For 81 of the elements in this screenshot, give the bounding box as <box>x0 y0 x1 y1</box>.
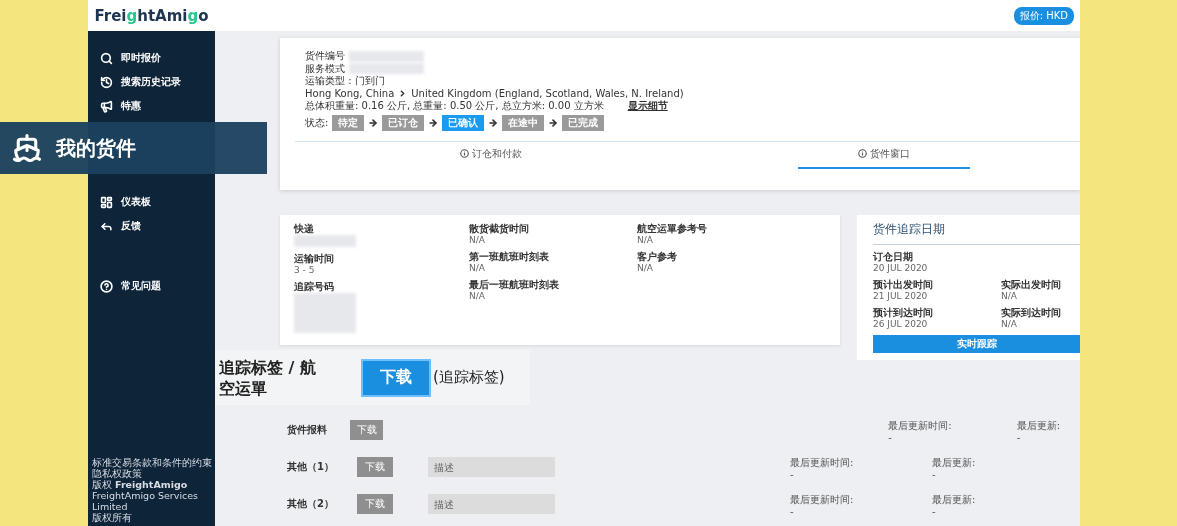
details-link[interactable]: 显示细节 <box>627 100 668 113</box>
detail-label: 追踪号码 <box>294 281 335 293</box>
nav-icon <box>100 279 113 293</box>
section-title: 追踪标签 / 航空运單 <box>219 356 317 399</box>
date-value: N/A <box>1001 291 1018 302</box>
sidebar-item[interactable]: 常见问题 <box>100 278 215 294</box>
date-label: 预计出发时间 <box>873 279 934 291</box>
card-title: 货件追踪日期 <box>873 221 1080 245</box>
footer-link[interactable]: 版权所有 <box>92 512 213 523</box>
status-step: 已订仓 <box>382 114 425 131</box>
banner-title: 我的货件 <box>56 134 136 162</box>
updated-by-value: - <box>1016 432 1022 444</box>
nav-icon <box>100 195 113 209</box>
sidebar-item[interactable]: 即时报价 <box>100 50 215 66</box>
status-step: 待定 <box>332 114 365 131</box>
nav-icon <box>100 75 113 89</box>
nav-icon <box>100 51 113 65</box>
status-step: 在途中 <box>502 114 545 131</box>
sidebar-item[interactable]: 反馈 <box>100 218 215 234</box>
updated-time-label: 最后更新时间: <box>790 494 855 506</box>
footer-link[interactable]: 标准交易条款和条件的约束 <box>92 457 213 468</box>
detail-value: N/A <box>469 235 486 246</box>
detail-label: 运输时间 <box>294 253 335 265</box>
updated-time-value: - <box>888 432 893 444</box>
detail-value: 3 - 5 <box>294 265 316 276</box>
updated-time-label: 最后更新时间: <box>888 420 953 432</box>
sidebar-item[interactable]: 搜索历史记录 <box>100 74 215 90</box>
field-label: 运输类型 : 门到门 <box>305 75 385 88</box>
note-text: (追踪标签) <box>433 368 505 387</box>
date-label: 实际到达时间 <box>1001 307 1062 319</box>
info-icon <box>460 149 470 158</box>
detail-label: 客户参考 <box>637 251 678 263</box>
route-origin: Hong Kong, China <box>305 87 395 100</box>
document-label: 其他（2） <box>287 497 335 511</box>
date-label: 实际出发时间 <box>1001 279 1062 291</box>
date-value: 21 JUL 2020 <box>873 291 929 302</box>
detail-label: 快递 <box>294 223 315 235</box>
weights-text: 总体积重量: 0.16 公斤, 总重量: 0.50 公斤, 总立方米: 0.00 立方米 <box>305 100 604 113</box>
arrow-icon <box>488 117 499 128</box>
detail-value: N/A <box>469 291 486 302</box>
document-label: 其他（1） <box>287 460 335 474</box>
updated-by-label: 最后更新: <box>932 494 977 506</box>
nav-icon <box>100 99 113 113</box>
detail-value: N/A <box>469 263 486 274</box>
status-step: 已确认 <box>442 114 485 131</box>
arrow-icon <box>548 117 559 128</box>
tab[interactable]: 订仓和付款 <box>400 141 583 169</box>
date-value: 20 JUL 2020 <box>873 263 929 274</box>
detail-value: N/A <box>637 235 654 246</box>
updated-time-label: 最后更新时间: <box>790 457 855 469</box>
tab[interactable]: 货件窗口 <box>797 141 970 169</box>
footer-link[interactable]: 版权 FreightAmigo FreightAmigo Services Limited <box>92 479 213 512</box>
date-label: 预计到达时间 <box>873 307 934 319</box>
date-value: N/A <box>1001 319 1018 330</box>
updated-time-value: - <box>790 506 795 518</box>
detail-label: 散货截货时间 <box>469 223 530 235</box>
detail-label: 最后一班航班时刻表 <box>469 279 560 291</box>
date-value: 26 JUL 2020 <box>873 319 929 330</box>
field-label: 服务模式 <box>305 62 345 75</box>
logo: FreightAmigo <box>94 6 209 25</box>
updated-by-value: - <box>932 506 937 518</box>
status-label: 状态: <box>305 115 329 130</box>
detail-value: N/A <box>637 263 654 274</box>
document-label: 货件报料 <box>287 423 328 437</box>
updated-by-value: - <box>932 469 937 481</box>
ship-icon <box>12 133 42 163</box>
status-step: 已完成 <box>562 114 605 131</box>
arrow-icon <box>368 117 379 128</box>
detail-label: 第一班航班时刻表 <box>469 251 550 263</box>
sidebar-item[interactable]: 特惠 <box>100 98 215 114</box>
arrow-icon <box>428 117 439 128</box>
updated-time-value: - <box>790 469 795 481</box>
sidebar-item[interactable]: 仪表板 <box>100 194 215 210</box>
info-icon <box>857 149 867 158</box>
footer-link[interactable]: 隐私权政策 <box>92 468 213 479</box>
updated-by-label: 最后更新: <box>932 457 977 469</box>
field-label: 货件编号 <box>305 50 345 63</box>
date-label: 订仓日期 <box>873 251 914 263</box>
detail-label: 航空运單参考号 <box>637 223 708 235</box>
route-destination: United Kingdom (England, Scotland, Wales, N. Ireland) <box>411 87 684 100</box>
updated-by-label: 最后更新: <box>1016 420 1062 432</box>
